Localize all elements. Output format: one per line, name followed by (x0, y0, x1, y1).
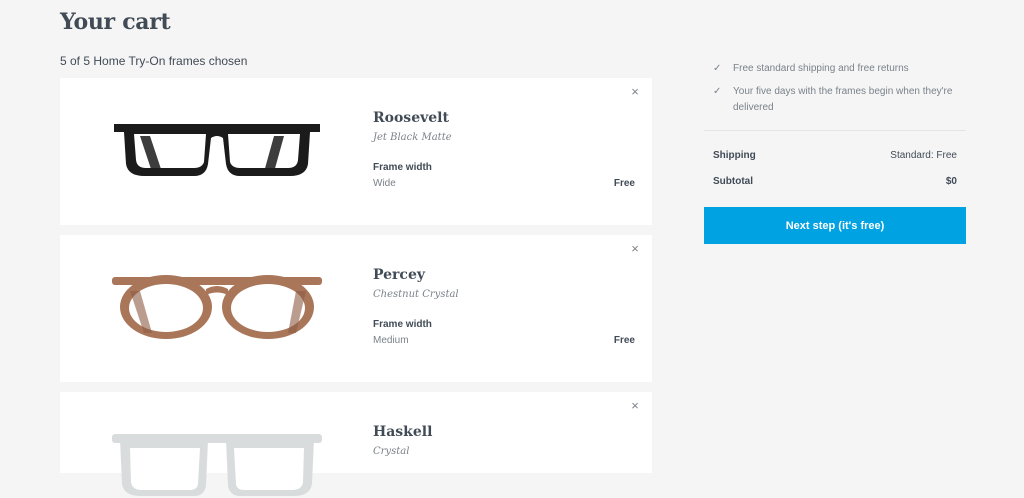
subtotal-label: Subtotal (713, 176, 753, 187)
item-color: Jet Black Matte (373, 132, 452, 143)
item-color: Crystal (373, 446, 410, 457)
benefit-item: ✓ Your five days with the frames begin w… (704, 84, 954, 116)
haskell-glasses-image (112, 434, 322, 496)
remove-item-close-icon[interactable]: × (628, 85, 642, 99)
item-name: Percey (373, 267, 426, 283)
cart-item-percey: × Percey Chestnut Crystal Frame width Me… (60, 235, 652, 382)
frame-width-label: Frame width (373, 162, 432, 173)
item-name: Roosevelt (373, 110, 449, 126)
remove-item-close-icon[interactable]: × (628, 242, 642, 256)
benefit-text: Free standard shipping and free returns (733, 63, 909, 74)
remove-item-close-icon[interactable]: × (628, 399, 642, 413)
page-title: Your cart (60, 9, 171, 35)
item-price: Free (613, 178, 635, 189)
cart-item-roosevelt: × Roosevelt Jet Black Matte Frame width … (60, 78, 652, 225)
shipping-label: Shipping (713, 150, 756, 161)
percey-glasses-image (112, 275, 322, 339)
benefit-text: Your five days with the frames begin whe… (733, 86, 953, 113)
frame-width-label: Frame width (373, 319, 432, 330)
shipping-value: Standard: Free (890, 150, 957, 161)
roosevelt-glasses-image (114, 124, 320, 176)
next-step-button[interactable]: Next step (it's free) (704, 207, 966, 244)
frame-width-value: Wide (373, 178, 396, 189)
check-icon: ✓ (713, 63, 722, 74)
cart-item-haskell: × Haskell Crystal (60, 392, 652, 496)
item-color: Chestnut Crystal (373, 289, 459, 300)
item-name: Haskell (373, 424, 433, 440)
summary-divider (704, 130, 966, 131)
frame-width-value: Medium (373, 335, 409, 346)
selection-count: 5 of 5 Home Try-On frames chosen (60, 54, 248, 68)
check-icon: ✓ (713, 86, 722, 97)
benefit-item: ✓ Free standard shipping and free return… (704, 61, 966, 77)
subtotal-value: $0 (945, 176, 957, 187)
item-price: Free (613, 335, 635, 346)
